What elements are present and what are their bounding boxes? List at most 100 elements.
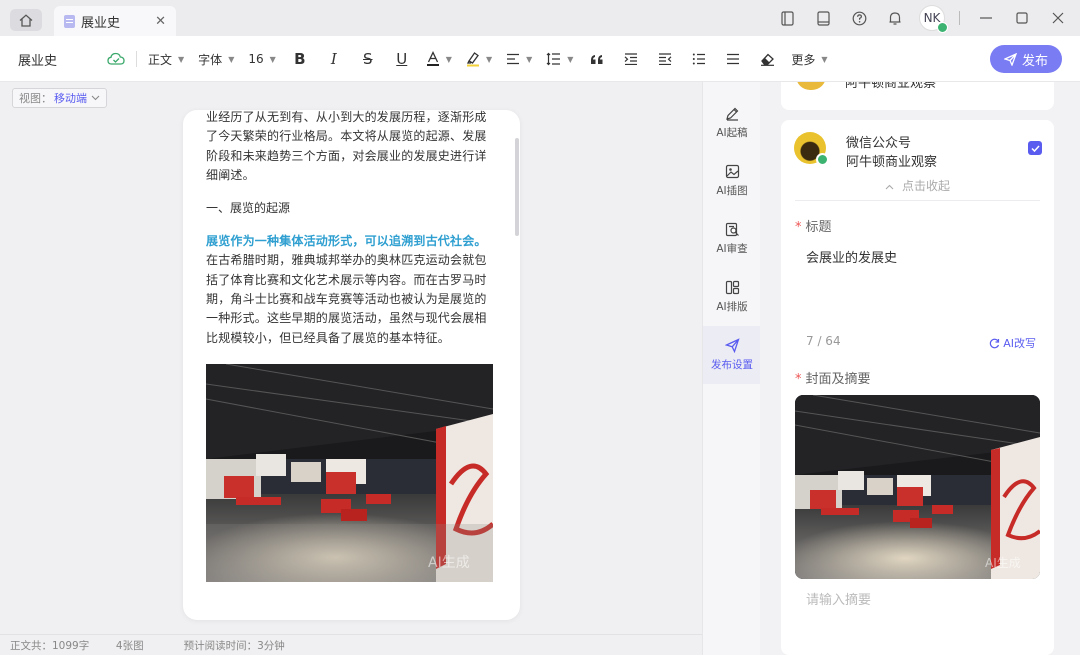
document-tab[interactable]: 展业史 ✕ — [54, 6, 176, 36]
rail-item-ai-layout[interactable]: AI排版 — [703, 268, 761, 326]
tab-title: 展业史 — [81, 15, 121, 31]
font-family-select[interactable]: 字体 ▼ — [191, 36, 241, 82]
rail-label: AI审查 — [716, 243, 748, 255]
maximize-button[interactable] — [1004, 0, 1040, 36]
title-input[interactable]: 会展业的发展史 — [806, 247, 897, 266]
ai-tool-rail: AI起稿 AI插图 AI审查 AI排版 发布设置 — [702, 82, 761, 655]
highlighter-icon — [466, 52, 479, 67]
chevron-down-icon: ▼ — [178, 54, 185, 64]
quote-icon — [591, 54, 603, 64]
view-mode-select[interactable]: 视图： 移动端 — [12, 88, 107, 108]
bullet-list-button[interactable] — [716, 36, 750, 82]
bell-icon[interactable] — [877, 0, 913, 36]
view-value: 移动端 — [54, 92, 87, 105]
paragraph-text: 在古希腊时期，雅典城邦举办的奥林匹克运动会就包括了体育比赛和文化艺术展示等内容。… — [206, 253, 487, 345]
align-button[interactable]: ▼ — [499, 36, 539, 82]
account-card-previous[interactable]: 阿牛顿商业观察 — [781, 82, 1054, 110]
quote-button[interactable] — [580, 36, 614, 82]
outdent-icon — [659, 53, 672, 65]
account-name: 阿牛顿商业观察 — [846, 155, 938, 170]
chevron-up-icon — [885, 184, 894, 190]
scrollbar-thumb[interactable] — [515, 138, 519, 236]
account-type: 微信公众号 — [846, 136, 912, 151]
title-bar: 展业史 ✕ NK — [0, 0, 1080, 36]
strikethrough-button[interactable]: S — [351, 36, 385, 82]
rail-item-ai-illustration[interactable]: AI插图 — [703, 152, 761, 210]
document-name[interactable]: 展业史 — [18, 50, 57, 69]
paragraph-style-select[interactable]: 正文 ▼ — [141, 36, 191, 82]
publish-settings-panel: 阿牛顿商业观察 微信公众号 阿牛顿商业观察 点击收起 * 标题 会展业的发展史 7… — [760, 82, 1080, 655]
font-size-value: 16 — [248, 52, 264, 66]
ai-watermark: AI生成 — [428, 555, 470, 571]
mobile-preview[interactable]: 业经历了从无到有、从小到大的发展历程，逐渐形成了今天繁荣的行业格局。本文将从展览… — [183, 110, 520, 620]
bullet-list-icon — [727, 53, 740, 65]
status-bar: 正文共：1099字 4张图 预计阅读时间：3分钟 — [0, 634, 702, 655]
chevron-down-icon: ▼ — [567, 54, 574, 64]
word-count: 正文共：1099字 4张图 — [10, 639, 144, 652]
paragraph-style-value: 正文 — [148, 52, 173, 67]
collapse-toggle[interactable]: 点击收起 — [781, 177, 1054, 194]
ordered-list-button[interactable] — [682, 36, 716, 82]
rail-label: AI排版 — [716, 301, 748, 313]
highlight-button[interactable]: ▼ — [459, 36, 499, 82]
ai-rewrite-button[interactable]: AI改写 — [989, 335, 1036, 351]
paragraph[interactable]: 展览作为一种集体活动形式，可以追溯到古代社会。在古希腊时期，雅典城邦举办的奥林匹… — [206, 232, 496, 348]
indent-icon — [624, 53, 638, 65]
format-toolbar: 展业史 正文 ▼ 字体 ▼ 16 ▼ B I S U ▼ ▼ ▼ ▼ 更多 ▼ … — [0, 36, 1080, 82]
help-icon[interactable] — [841, 0, 877, 36]
cover-image[interactable]: AI生成 — [795, 395, 1040, 579]
cloud-sync-icon[interactable] — [100, 36, 132, 82]
chevron-down-icon: ▼ — [269, 54, 276, 64]
chevron-down-icon: ▼ — [485, 54, 493, 64]
outdent-button[interactable] — [648, 36, 682, 82]
publish-button[interactable]: 发布 — [990, 45, 1062, 73]
more-menu[interactable]: 更多 ▼ — [784, 36, 834, 82]
home-icon — [19, 13, 33, 27]
rail-item-ai-draft[interactable]: AI起稿 — [703, 94, 761, 152]
view-label: 视图： — [19, 92, 52, 105]
close-tab-icon[interactable]: ✕ — [155, 14, 166, 29]
rail-label: 发布设置 — [711, 359, 753, 371]
editor-area: 视图： 移动端 业经历了从无到有、从小到大的发展历程，逐渐形成了今天繁荣的行业格局… — [0, 82, 702, 634]
divider — [136, 51, 137, 67]
paragraph[interactable]: 业经历了从无到有、从小到大的发展历程，逐渐形成了今天繁荣的行业格局。本文将从展览… — [206, 110, 496, 185]
font-color-button[interactable]: ▼ — [419, 36, 459, 82]
section-heading[interactable]: 一、展览的起源 — [206, 199, 496, 218]
font-family-value: 字体 — [198, 52, 223, 67]
refresh-icon — [990, 338, 1000, 348]
avatar — [796, 82, 826, 90]
indent-button[interactable] — [614, 36, 648, 82]
send-icon — [724, 338, 740, 353]
exhibition-image[interactable]: AI生成 — [206, 363, 493, 582]
rail-label: AI起稿 — [716, 127, 748, 139]
account-card: 微信公众号 阿牛顿商业观察 点击收起 * 标题 会展业的发展史 7 / 64 AI… — [781, 120, 1054, 655]
title-label: * 标题 — [795, 220, 832, 235]
user-avatar[interactable]: NK — [919, 5, 948, 33]
chevron-down-icon — [91, 95, 100, 101]
window-controls: NK — [769, 0, 1080, 36]
bold-button[interactable]: B — [283, 36, 317, 82]
minimize-button[interactable] — [968, 0, 1004, 36]
close-window-button[interactable] — [1040, 0, 1076, 36]
rail-item-publish-settings[interactable]: 发布设置 — [703, 326, 761, 384]
collapse-label: 点击收起 — [901, 179, 950, 193]
avatar — [794, 132, 829, 166]
line-height-button[interactable]: ▼ — [539, 36, 580, 82]
highlighted-text: 展览作为一种集体活动形式，可以追溯到古代社会。 — [206, 234, 487, 249]
clear-format-button[interactable] — [750, 36, 784, 82]
underline-button[interactable]: U — [385, 36, 419, 82]
summary-input[interactable]: 请输入摘要 — [806, 589, 871, 608]
home-button[interactable] — [10, 9, 42, 31]
book-icon[interactable] — [805, 0, 841, 36]
read-time: 预计阅读时间：3分钟 — [183, 639, 285, 652]
ordered-list-icon — [693, 53, 706, 65]
eraser-icon — [760, 53, 774, 66]
account-checkbox[interactable] — [1028, 141, 1042, 155]
check-icon — [1030, 144, 1040, 152]
panel-icon[interactable] — [769, 0, 805, 36]
rail-item-ai-review[interactable]: AI审查 — [703, 210, 761, 268]
font-size-select[interactable]: 16 ▼ — [241, 36, 282, 82]
line-height-icon — [546, 52, 561, 66]
italic-button[interactable]: I — [317, 36, 351, 82]
send-icon — [1003, 52, 1017, 66]
